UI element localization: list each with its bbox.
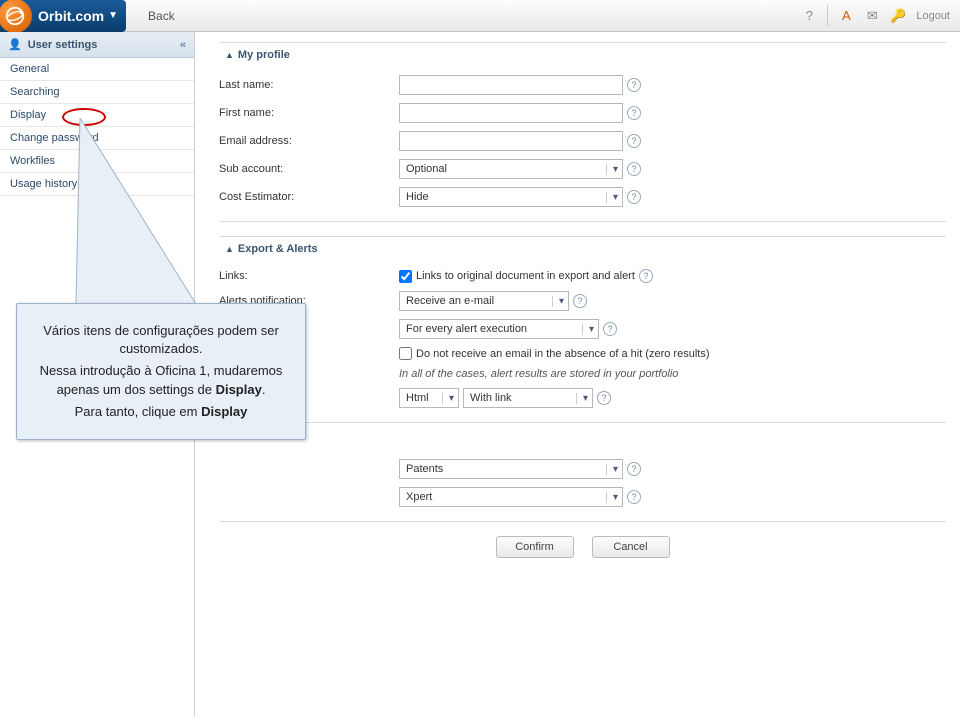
section-title: ▲Export & Alerts <box>219 237 946 265</box>
section-export-alerts: ▲Export & Alerts Links: Links to origina… <box>219 236 946 423</box>
back-link[interactable]: Back <box>148 9 175 23</box>
links-checkbox[interactable] <box>399 270 412 283</box>
orbit-icon <box>0 0 32 33</box>
confirm-button[interactable]: Confirm <box>496 536 574 558</box>
alerts-notification-select[interactable]: Receive an e-mail▾ <box>399 291 569 311</box>
sidebar-item-display[interactable]: Display <box>0 104 194 127</box>
sidebar-title: User settings <box>28 39 98 51</box>
help-icon[interactable]: ? <box>627 106 641 120</box>
section-title: ▲My profile <box>219 43 946 71</box>
no-hit-text: Do not receive an email in the absence o… <box>416 348 709 360</box>
sidebar-item-usage-history[interactable]: Usage history <box>0 173 194 196</box>
collapse-icon[interactable]: « <box>180 39 186 51</box>
cost-estimator-label: Cost Estimator: <box>219 191 399 203</box>
cancel-button[interactable]: Cancel <box>592 536 670 558</box>
help-icon[interactable]: ? <box>627 134 641 148</box>
help-icon[interactable]: ? <box>627 78 641 92</box>
mail-icon[interactable]: ✉ <box>864 8 880 24</box>
sub-account-select[interactable]: Optional▾ <box>399 159 623 179</box>
chevron-down-icon: ▾ <box>576 393 588 404</box>
format-html-select[interactable]: Html▾ <box>399 388 459 408</box>
divider <box>827 5 828 27</box>
help-icon[interactable]: ? <box>801 8 817 24</box>
scope-select[interactable]: Xpert▾ <box>399 487 623 507</box>
help-icon[interactable]: ? <box>627 190 641 204</box>
first-name-input[interactable] <box>399 103 623 123</box>
last-name-input[interactable] <box>399 75 623 95</box>
button-row: Confirm Cancel <box>219 536 946 558</box>
section-collection: Patents▾ ? Xpert▾ ? <box>219 437 946 522</box>
last-name-label: Last name: <box>219 79 399 91</box>
email-label: Email address: <box>219 135 399 147</box>
help-icon[interactable]: ? <box>627 462 641 476</box>
alerts-note: In all of the cases, alert results are s… <box>399 368 678 380</box>
chevron-down-icon: ▾ <box>552 296 564 307</box>
alerts-frequency-select[interactable]: For every alert execution▾ <box>399 319 599 339</box>
section-my-profile: ▲My profile Last name: ? First name: ? E… <box>219 42 946 222</box>
email-input[interactable] <box>399 131 623 151</box>
cost-estimator-select[interactable]: Hide▾ <box>399 187 623 207</box>
first-name-label: First name: <box>219 107 399 119</box>
sub-account-label: Sub account: <box>219 163 399 175</box>
brand-logo[interactable]: Orbit.com ▼ <box>0 0 126 32</box>
collapse-triangle-icon[interactable]: ▲ <box>225 244 234 254</box>
chevron-down-icon: ▾ <box>606 192 618 203</box>
highlight-icon[interactable]: A <box>838 8 854 24</box>
top-header: Orbit.com ▼ Back ? A ✉ 🔑 Logout <box>0 0 960 32</box>
help-icon[interactable]: ? <box>603 322 617 336</box>
sidebar-item-general[interactable]: General <box>0 58 194 81</box>
links-label: Links: <box>219 270 399 282</box>
help-icon[interactable]: ? <box>573 294 587 308</box>
chevron-down-icon: ▾ <box>606 464 618 475</box>
chevron-down-icon: ▾ <box>606 164 618 175</box>
user-icon: 👤 <box>8 38 22 51</box>
alerts-label: Alerts notification: <box>219 295 399 307</box>
collection-select[interactable]: Patents▾ <box>399 459 623 479</box>
header-right: ? A ✉ 🔑 Logout <box>791 5 960 27</box>
sidebar-header: 👤 User settings « <box>0 32 194 58</box>
links-checkbox-text: Links to original document in export and… <box>416 270 635 282</box>
chevron-down-icon: ▾ <box>442 393 454 404</box>
format-link-select[interactable]: With link▾ <box>463 388 593 408</box>
main-panel: ▲My profile Last name: ? First name: ? E… <box>195 32 960 717</box>
help-icon[interactable]: ? <box>627 162 641 176</box>
chevron-down-icon: ▾ <box>582 324 594 335</box>
help-icon[interactable]: ? <box>627 490 641 504</box>
collapse-triangle-icon[interactable]: ▲ <box>225 50 234 60</box>
help-icon[interactable]: ? <box>639 269 653 283</box>
chevron-down-icon: ▾ <box>606 492 618 503</box>
sidebar-item-workfiles[interactable]: Workfiles <box>0 150 194 173</box>
sidebar-item-searching[interactable]: Searching <box>0 81 194 104</box>
no-hit-checkbox[interactable] <box>399 347 412 360</box>
sidebar-item-change-password[interactable]: Change password <box>0 127 194 150</box>
brand-dropdown-icon: ▼ <box>108 10 118 21</box>
help-icon[interactable]: ? <box>597 391 611 405</box>
sidebar: 👤 User settings « General Searching Disp… <box>0 32 195 717</box>
key-icon[interactable]: 🔑 <box>890 8 906 24</box>
brand-text: Orbit.com <box>38 8 104 24</box>
logout-link[interactable]: Logout <box>916 10 950 22</box>
